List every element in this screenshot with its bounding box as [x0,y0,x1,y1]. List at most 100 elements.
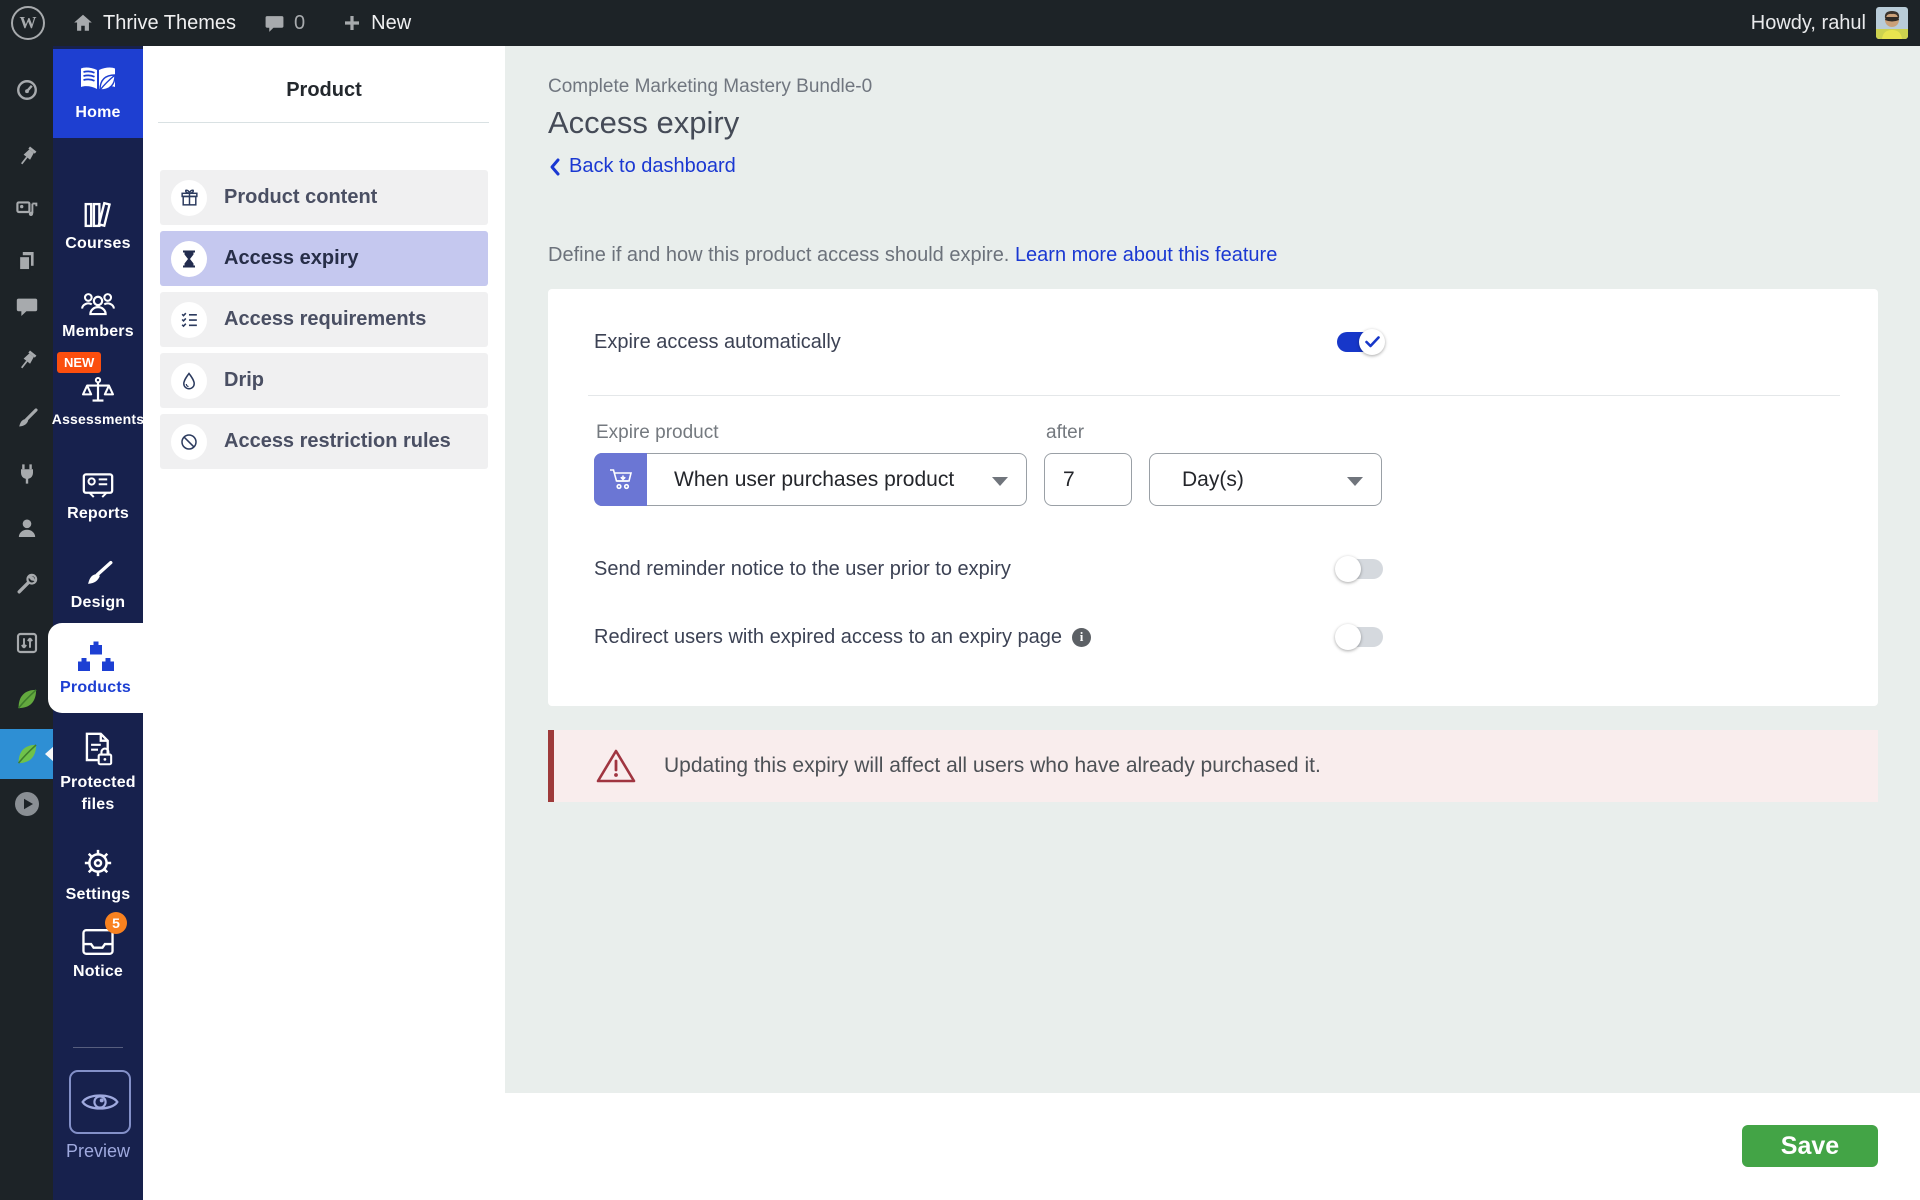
sidebar-item-settings[interactable]: Settings [53,845,143,904]
new-label: New [371,12,411,35]
sidebar-item-label: Design [71,594,126,612]
hourglass-icon [171,241,207,277]
pushpin-icon[interactable] [0,142,53,172]
no-entry-icon [171,424,207,460]
thrive-book-logo-icon [78,65,118,99]
users-person-icon[interactable] [0,513,53,543]
menu-item-access-requirements[interactable]: Access requirements [160,292,488,347]
thrive-leaf-icon [14,741,40,767]
back-link-label: Back to dashboard [569,155,736,178]
menu-item-label: Product content [224,186,377,209]
toggle-knob [1359,329,1385,355]
media-camera-icon[interactable] [0,194,53,224]
video-play-icon[interactable] [0,789,53,819]
admin-bar: W Thrive Themes 0 New Howdy, rahul [0,0,1920,46]
thrive-active-item[interactable] [0,729,53,779]
menu-item-label: Access expiry [224,247,359,270]
expire-product-label: Expire product [596,422,1027,444]
chevron-down-icon [992,477,1008,486]
menu-item-access-restriction-rules[interactable]: Access restriction rules [160,414,488,469]
page-title: Access expiry [548,105,1878,141]
report-chart-icon [81,470,115,500]
site-name: Thrive Themes [103,12,236,35]
sidebar-item-label: Protected files [53,772,143,816]
warning-banner: Updating this expiry will affect all use… [548,730,1878,802]
expire-product-value: When user purchases product [674,468,954,492]
sliders-box-icon[interactable] [0,628,53,658]
comments-count: 0 [294,12,305,35]
sidebar-item-products[interactable]: Products [48,623,143,713]
gift-icon [171,180,207,216]
preview-label: Preview [53,1141,143,1162]
expire-product-select[interactable]: When user purchases product [594,453,1027,506]
new-menu[interactable]: New [342,12,411,35]
menu-item-drip[interactable]: Drip [160,353,488,408]
sidebar-divider [73,1047,123,1048]
sidebar-item-reports[interactable]: Reports [53,470,143,523]
learn-more-link[interactable]: Learn more about this feature [1015,244,1277,266]
back-to-dashboard-link[interactable]: Back to dashboard [548,155,736,178]
warning-text: Updating this expiry will affect all use… [664,754,1321,778]
thrive-sidebar: Home Courses Members NEW Assessments [53,46,143,1200]
dashboard-gauge-icon[interactable] [0,75,53,105]
sidebar-item-label: Home [75,104,120,122]
sidebar-item-label: Settings [66,886,131,904]
after-label: after [1046,422,1382,444]
warning-triangle-icon [595,747,637,785]
toggle-knob [1335,624,1361,650]
menu-item-label: Drip [224,369,264,392]
info-icon[interactable]: i [1072,628,1091,647]
sidebar-item-preview[interactable] [69,1070,131,1134]
site-menu[interactable]: Thrive Themes [72,12,236,35]
check-icon [1365,336,1380,348]
sidebar-item-label: Reports [67,505,129,523]
pages-icon[interactable] [0,246,53,276]
avatar[interactable] [1876,7,1908,39]
save-button[interactable]: Save [1742,1125,1878,1167]
expiry-days-input[interactable] [1044,453,1132,506]
access-expiry-card: Expire access automatically Expire produ… [548,289,1878,706]
people-group-icon [80,288,116,318]
toggle-knob [1335,556,1361,582]
tools-wrench-icon[interactable] [0,569,53,599]
reminder-toggle[interactable] [1337,559,1383,579]
menu-item-product-content[interactable]: Product content [160,170,488,225]
checklist-icon [171,302,207,338]
howdy-greeting[interactable]: Howdy, rahul [1751,12,1866,35]
panel-title: Product [143,79,505,102]
panel-divider [158,122,489,123]
main-content: Complete Marketing Mastery Bundle-0 Acce… [505,46,1920,1093]
sidebar-item-members[interactable]: Members [53,288,143,341]
product-blocks-icon [77,640,115,674]
plugins-plug-icon[interactable] [0,459,53,489]
sidebar-item-home[interactable]: Home [53,49,143,138]
sidebar-item-courses[interactable]: Courses [53,200,143,253]
comments-bubble-icon[interactable] [0,292,53,322]
new-badge: NEW [57,352,101,373]
sidebar-item-assessments[interactable]: Assessments [53,376,143,427]
cart-icon [594,453,647,506]
expire-access-label: Expire access automatically [594,331,841,354]
card-divider [588,395,1840,396]
sidebar-item-protected-files[interactable]: Protected files [53,731,143,816]
document-lock-icon [80,731,116,767]
chevron-down-icon [1347,477,1363,486]
sidebar-item-design[interactable]: Design [53,559,143,612]
sidebar-item-label: Courses [65,235,130,253]
expire-access-toggle[interactable] [1337,332,1383,352]
redirect-toggle[interactable] [1337,627,1383,647]
wordpress-logo-icon[interactable]: W [11,6,45,40]
sidebar-item-notice[interactable]: Notice [53,926,143,981]
appearance-brush-icon[interactable] [0,404,53,434]
comments-menu[interactable]: 0 [264,12,305,35]
expiry-unit-select[interactable]: Day(s) [1149,453,1382,506]
menu-item-access-expiry[interactable]: Access expiry [160,231,488,286]
pushpin-icon[interactable] [0,346,53,376]
menu-item-label: Access requirements [224,308,426,331]
product-menu-panel: Product Product content Access expiry Ac… [143,46,505,1200]
notice-count-badge: 5 [105,912,127,934]
thrive-leaf-icon[interactable] [0,684,53,714]
menu-item-label: Access restriction rules [224,430,451,453]
sidebar-item-label: Assessments [52,411,144,427]
water-drop-icon [171,363,207,399]
